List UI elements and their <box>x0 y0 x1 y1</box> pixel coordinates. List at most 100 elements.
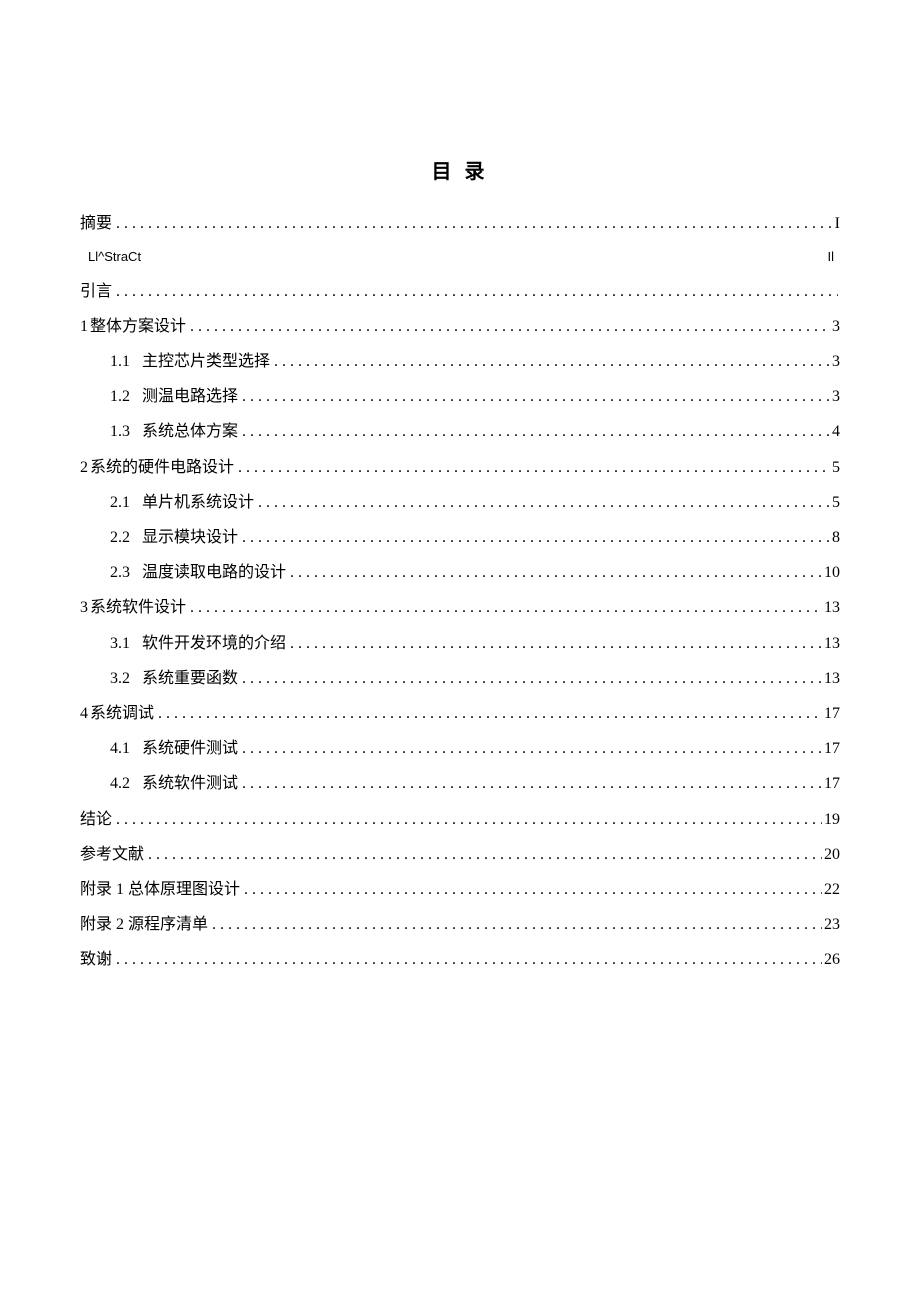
toc-entry-page: 13 <box>822 626 840 661</box>
toc-dots <box>242 731 822 766</box>
toc-entry-number: 2 <box>80 450 88 485</box>
toc-dots <box>212 907 822 942</box>
toc-entry: 附录 1 总体原理图设计 22 <box>80 872 840 907</box>
toc-entry-number: 2.2 <box>110 520 142 555</box>
toc-title: 目 录 <box>80 155 840 184</box>
toc-dots <box>242 766 822 801</box>
toc-entry: 致谢26 <box>80 942 840 977</box>
toc-entry-label: Ll^StraCt <box>88 241 141 274</box>
toc-entry-number: 3.2 <box>110 661 142 696</box>
toc-entry-label: 软件开发环境的介绍 <box>142 626 286 661</box>
toc-entry-label: 系统的硬件电路设计 <box>90 450 234 485</box>
toc-entry: 3.2系统重要函数 13 <box>80 661 840 696</box>
toc-entry-page: 22 <box>822 872 840 907</box>
toc-entry-page: 3 <box>830 379 840 414</box>
toc-entry: 2.3温度读取电路的设计 10 <box>80 555 840 590</box>
toc-entry-label: 摘要 <box>80 206 112 241</box>
toc-entry: 摘要 I <box>80 206 840 241</box>
toc-entry-label: 引言 <box>80 274 112 309</box>
toc-entry: 1整体方案设计 3 <box>80 309 840 344</box>
toc-entry-page: 17 <box>822 731 840 766</box>
toc-entry: 2系统的硬件电路设计 5 <box>80 450 840 485</box>
toc-entry: 2.1单片机系统设计 5 <box>80 485 840 520</box>
toc-entry: 1.3系统总体方案 4 <box>80 414 840 449</box>
toc-entry-page: 13 <box>822 590 840 625</box>
toc-dots <box>258 485 830 520</box>
toc-dots <box>116 802 822 837</box>
toc-entry-page: 17 <box>822 696 840 731</box>
toc-entry: 结论 19 <box>80 802 840 837</box>
toc-entry-page: 26 <box>822 942 840 977</box>
toc-entry-page: 10 <box>822 555 840 590</box>
toc-entry-label: 单片机系统设计 <box>142 485 254 520</box>
toc-entry: 参考文献 20 <box>80 837 840 872</box>
toc-entry-page: 5 <box>830 485 840 520</box>
toc-entry-page: 4 <box>830 414 840 449</box>
toc-entry-label: 附录 1 总体原理图设计 <box>80 872 240 907</box>
toc-dots <box>290 626 822 661</box>
toc-entry-number: 4.1 <box>110 731 142 766</box>
toc-entry-number: 4 <box>80 696 88 731</box>
toc-dots <box>190 590 822 625</box>
toc-dots <box>190 309 830 344</box>
toc-entry: 2.2显示模块设计 8 <box>80 520 840 555</box>
toc-entry-label: 显示模块设计 <box>142 520 238 555</box>
toc-entry-label: 系统总体方案 <box>142 414 238 449</box>
toc-entry: 4.1系统硬件测试 17 <box>80 731 840 766</box>
toc-entry-page: 19 <box>822 802 840 837</box>
toc-dots <box>238 450 830 485</box>
toc-entry-label: 系统硬件测试 <box>142 731 238 766</box>
toc-entry-page: I <box>833 206 840 241</box>
toc-entry-label: 参考文献 <box>80 837 144 872</box>
toc-entry: 附录 2 源程序清单 23 <box>80 907 840 942</box>
toc-entry-page: 3 <box>830 344 840 379</box>
toc-entry-abstract-en: Ll^StraCt Il <box>80 241 840 274</box>
toc-dots <box>148 837 822 872</box>
toc-entry-page: Il <box>828 241 835 274</box>
toc-entry-label: 系统调试 <box>90 696 154 731</box>
toc-entry-page: 20 <box>822 837 840 872</box>
toc-entry-page: 3 <box>830 309 840 344</box>
toc-entry-page: 17 <box>822 766 840 801</box>
toc-entry-number: 3.1 <box>110 626 142 661</box>
toc-dots <box>242 661 822 696</box>
toc-dots <box>158 696 822 731</box>
toc-entry-label: 结论 <box>80 802 112 837</box>
toc-dots <box>116 942 822 977</box>
toc-container: 摘要ILl^StraCtIl引言1整体方案设计31.1主控芯片类型选择31.2测… <box>80 206 840 977</box>
toc-entry-number: 1 <box>80 309 88 344</box>
toc-entry: 引言 <box>80 274 840 309</box>
toc-entry-number: 1.1 <box>110 344 142 379</box>
toc-entry-number: 3 <box>80 590 88 625</box>
toc-entry-label: 主控芯片类型选择 <box>142 344 270 379</box>
toc-dots <box>116 206 833 241</box>
toc-entry: 1.2测温电路选择 3 <box>80 379 840 414</box>
toc-entry-label: 温度读取电路的设计 <box>142 555 286 590</box>
toc-entry-label: 系统软件测试 <box>142 766 238 801</box>
toc-entry: 3系统软件设计13 <box>80 590 840 625</box>
toc-entry-number: 2.1 <box>110 485 142 520</box>
toc-dots <box>242 520 830 555</box>
toc-entry-page: 23 <box>822 907 840 942</box>
toc-entry-page: 8 <box>830 520 840 555</box>
toc-entry: 1.1主控芯片类型选择 3 <box>80 344 840 379</box>
toc-dots <box>116 274 838 309</box>
toc-dots <box>290 555 822 590</box>
toc-dots <box>244 872 822 907</box>
toc-entry-label: 附录 2 源程序清单 <box>80 907 208 942</box>
toc-entry-number: 1.2 <box>110 379 142 414</box>
toc-dots <box>274 344 830 379</box>
toc-dots <box>242 414 830 449</box>
toc-entry-number: 1.3 <box>110 414 142 449</box>
toc-entry-label: 测温电路选择 <box>142 379 238 414</box>
toc-entry-page: 13 <box>822 661 840 696</box>
toc-entry-page: 5 <box>830 450 840 485</box>
toc-entry: 3.1软件开发环境的介绍 13 <box>80 626 840 661</box>
toc-dots <box>242 379 830 414</box>
toc-entry: 4系统调试 17 <box>80 696 840 731</box>
toc-entry-number: 4.2 <box>110 766 142 801</box>
toc-entry-label: 整体方案设计 <box>90 309 186 344</box>
toc-entry: 4.2系统软件测试 17 <box>80 766 840 801</box>
toc-entry-label: 系统重要函数 <box>142 661 238 696</box>
toc-entry-number: 2.3 <box>110 555 142 590</box>
